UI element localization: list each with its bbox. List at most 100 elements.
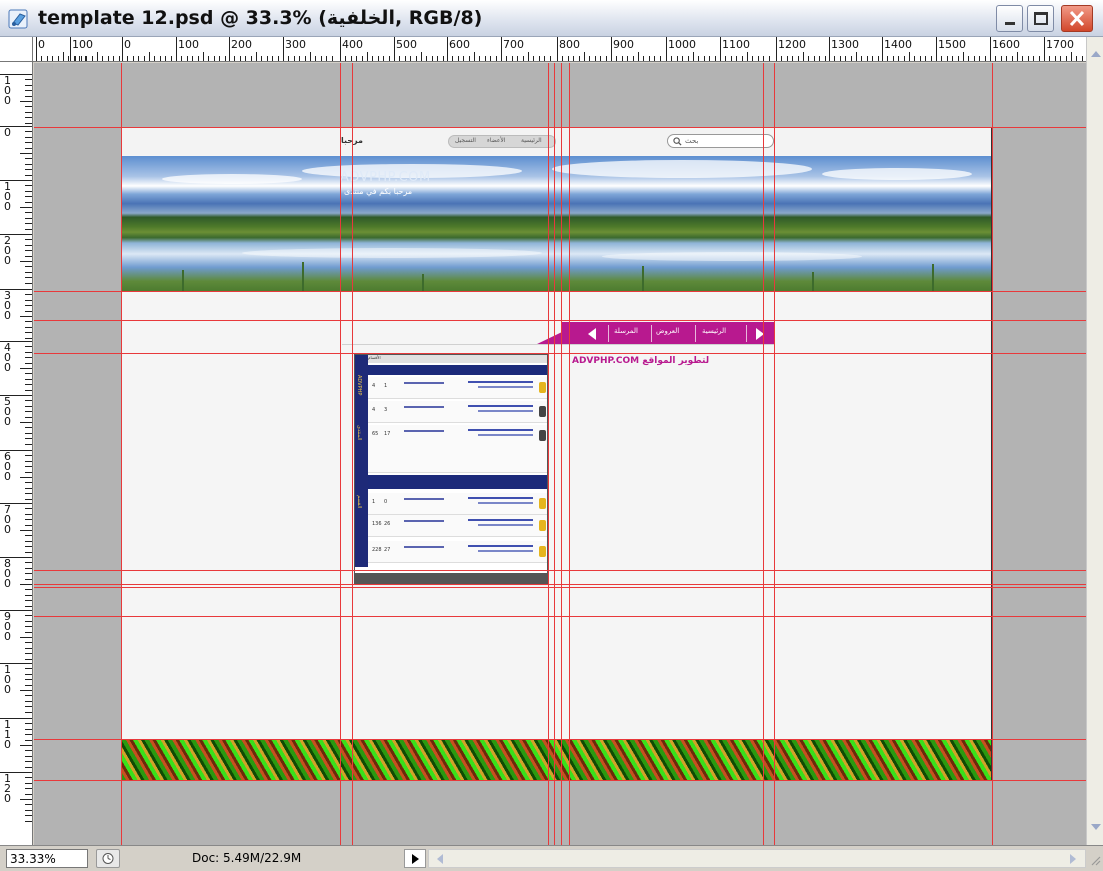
banner-reed: [182, 270, 184, 292]
scroll-right-icon[interactable]: [1070, 854, 1076, 864]
ruler-minor-tick: [234, 56, 236, 61]
ruler-minor-tick: [165, 56, 167, 61]
ruler-minor-tick: [170, 56, 172, 61]
ruler-label: 1 2 0: [4, 772, 11, 805]
horizontal-ruler[interactable]: 0 100 0 100 200 300 400 500 600 700 800 900 1000 1100…: [0, 37, 1103, 62]
scroll-left-icon[interactable]: [437, 854, 443, 864]
status-info-button[interactable]: [96, 849, 120, 868]
minimize-button[interactable]: [996, 5, 1023, 32]
vertical-guide[interactable]: [569, 63, 570, 845]
horizontal-guide[interactable]: [34, 616, 1086, 617]
horizontal-guide[interactable]: [34, 584, 1086, 585]
ruler-minor-tick: [293, 56, 295, 61]
ruler-minor-tick: [621, 56, 623, 61]
ruler-minor-tick: [25, 793, 32, 795]
folder-icon: [539, 430, 546, 441]
banner-cloud: [552, 160, 812, 178]
preview-text-line: [468, 381, 533, 383]
vertical-guide[interactable]: [554, 63, 555, 845]
horizontal-guide[interactable]: [34, 780, 1086, 781]
vertical-ruler[interactable]: 1 0 0 0 1 0 0 2 0 0 3 0 0 4 0 0 5 0 0 6 0 0 7 0 …: [0, 62, 33, 845]
ruler-minor-tick: [159, 56, 161, 61]
vertical-guide[interactable]: [763, 63, 764, 845]
ruler-minor-tick: [1006, 56, 1008, 61]
preview-text-line: [404, 406, 444, 408]
clock-icon: [102, 853, 114, 864]
ruler-minor-tick: [52, 56, 54, 61]
ruler-minor-tick: [25, 282, 32, 284]
preview-header: الأقسام: [368, 355, 547, 363]
ruler-minor-tick: [320, 56, 322, 61]
document-canvas[interactable]: مرحبا التسجيل الأعضاء الرئيسية بحث: [121, 127, 992, 781]
ruler-minor-tick: [25, 337, 32, 339]
ruler-minor-tick: [648, 56, 650, 61]
scroll-up-icon[interactable]: [1091, 51, 1101, 57]
horizontal-scrollbar[interactable]: [428, 849, 1086, 868]
ruler-minor-tick: [25, 158, 32, 160]
status-menu-button[interactable]: [404, 849, 426, 868]
scroll-down-icon[interactable]: [1091, 824, 1101, 830]
pill-nav-item: التسجيل: [455, 137, 476, 144]
vertical-guide[interactable]: [561, 63, 562, 845]
horizontal-guide[interactable]: [34, 320, 1086, 321]
horizontal-guide[interactable]: [34, 127, 1086, 128]
canvas-area[interactable]: مرحبا التسجيل الأعضاء الرئيسية بحث: [34, 63, 1086, 845]
ruler-minor-tick: [25, 106, 32, 108]
ruler-tick: [36, 37, 37, 61]
ruler-origin[interactable]: [0, 37, 33, 62]
vertical-guide[interactable]: [352, 63, 353, 845]
ruler-tick: [501, 37, 502, 61]
ruler-label: 1500: [938, 38, 966, 51]
ruler-minor-tick: [20, 799, 32, 800]
ruler-minor-tick: [350, 56, 352, 61]
ruler-minor-tick: [1054, 56, 1056, 61]
ruler-minor-tick: [186, 56, 188, 61]
preview-row: 228 27: [368, 541, 547, 563]
vertical-scrollbar[interactable]: [1086, 37, 1103, 845]
vertical-guide[interactable]: [548, 63, 549, 845]
ruler-minor-tick: [25, 277, 32, 279]
ruler-minor-tick: [25, 626, 32, 628]
preview-text-line: [468, 429, 533, 431]
horizontal-guide[interactable]: [34, 739, 1086, 740]
ruler-minor-tick: [25, 305, 32, 307]
ruler-minor-tick: [25, 169, 32, 171]
ruler-minor-tick: [468, 56, 470, 61]
ruler-minor-tick: [808, 56, 810, 61]
ruler-minor-tick: [584, 52, 585, 61]
preview-footer: [355, 573, 547, 583]
ruler-minor-tick: [437, 56, 439, 61]
ruler-minor-tick: [25, 658, 32, 660]
horizontal-guide[interactable]: [34, 587, 1086, 588]
ruler-minor-tick: [372, 56, 374, 61]
vertical-guide[interactable]: [121, 63, 122, 845]
ruler-minor-tick: [892, 56, 894, 61]
site-search-label: بحث: [685, 137, 699, 145]
resize-grip-icon[interactable]: [1089, 854, 1101, 866]
ruler-minor-tick: [25, 111, 32, 113]
horizontal-guide[interactable]: [34, 291, 1086, 292]
zoom-level-field[interactable]: 33.33%: [6, 849, 88, 868]
horizontal-guide[interactable]: [34, 353, 1086, 354]
horizontal-guide[interactable]: [34, 570, 1086, 571]
ruler-minor-tick: [25, 244, 32, 246]
close-button[interactable]: [1061, 5, 1093, 32]
ruler-minor-tick: [1076, 56, 1078, 61]
ruler-minor-tick: [181, 56, 183, 61]
title-bar[interactable]: template 12.psd @ 33.3% (الخلفية, RGB/8): [0, 0, 1103, 37]
ruler-label: 800: [559, 38, 580, 51]
ruler-minor-tick: [25, 809, 32, 811]
vertical-guide[interactable]: [992, 63, 993, 845]
minimize-icon: [1005, 22, 1015, 25]
ruler-tick: [990, 37, 991, 61]
ruler-tick: [283, 37, 284, 61]
status-bar: 33.33% Doc: 5.49M/22.9M: [0, 845, 1103, 870]
ruler-minor-tick: [834, 56, 836, 61]
vertical-guide[interactable]: [340, 63, 341, 845]
vertical-guide[interactable]: [774, 63, 775, 845]
maximize-button[interactable]: [1027, 5, 1054, 32]
ruler-minor-tick: [703, 56, 705, 61]
ruler-minor-tick: [25, 695, 32, 697]
ruler-minor-tick: [709, 56, 711, 61]
preview-row: 136 26: [368, 515, 547, 537]
